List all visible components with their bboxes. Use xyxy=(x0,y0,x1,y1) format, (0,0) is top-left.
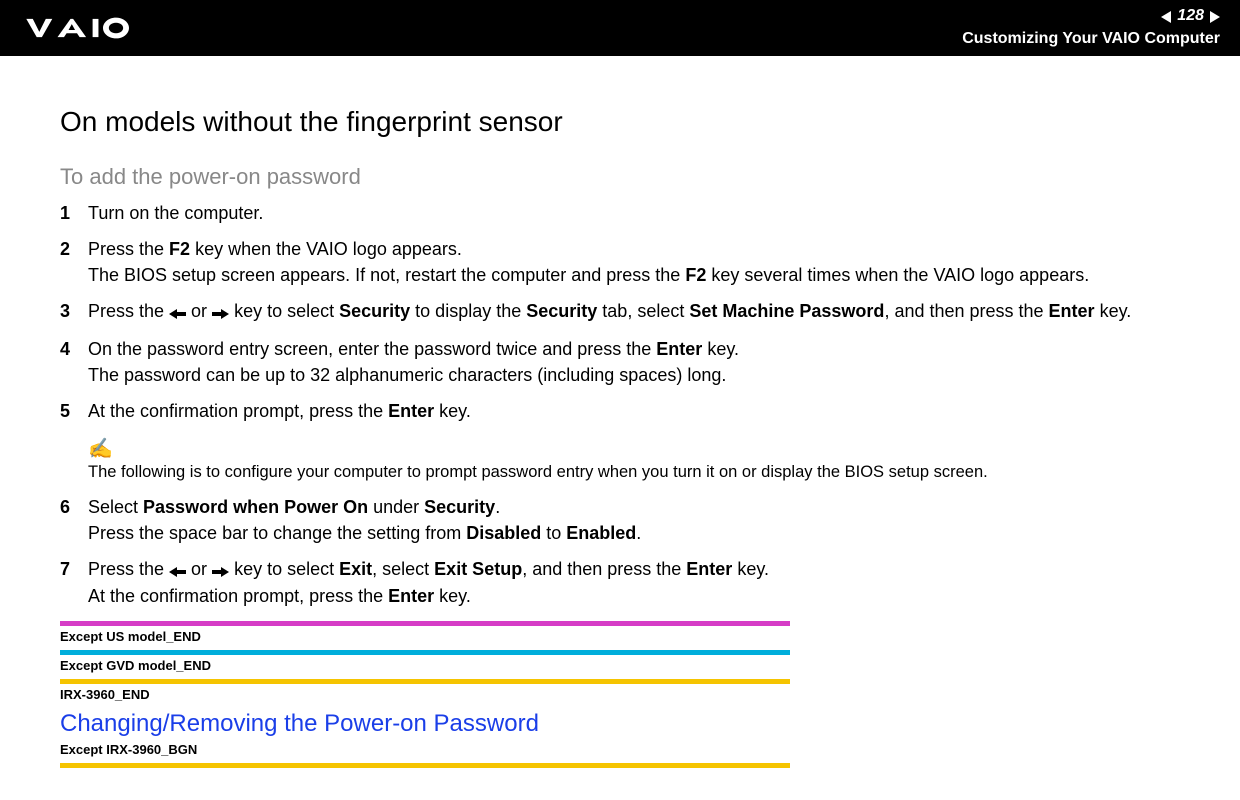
text: or xyxy=(186,301,212,321)
text: key. xyxy=(434,401,471,421)
key-enter: Enter xyxy=(388,401,434,421)
step-body: Select Password when Power On under Secu… xyxy=(88,494,1180,546)
bold: Enabled xyxy=(566,523,636,543)
text: under xyxy=(368,497,424,517)
note-icon: ✍ xyxy=(88,436,1180,461)
bold: Exit Setup xyxy=(434,559,522,579)
marker-label: Except US model_END xyxy=(60,629,790,644)
step-7: Press the or key to select Exit, select … xyxy=(60,556,1180,609)
step-5: At the confirmation prompt, press the En… xyxy=(60,398,1180,424)
text: , select xyxy=(372,559,434,579)
breadcrumb: Customizing Your VAIO Computer xyxy=(962,29,1220,50)
key-f2: F2 xyxy=(169,239,190,259)
text: . xyxy=(495,497,500,517)
step-body: Press the or key to select Exit, select … xyxy=(88,556,1180,609)
header-right: 128 Customizing Your VAIO Computer xyxy=(962,6,1220,50)
note-block: ✍ The following is to configure your com… xyxy=(88,436,1180,482)
bold: Password when Power On xyxy=(143,497,368,517)
marker-bar-magenta xyxy=(60,621,790,626)
changing-heading: Changing/Removing the Power-on Password xyxy=(60,710,790,738)
nav-next-icon[interactable] xyxy=(1210,11,1220,23)
step-body: Turn on the computer. xyxy=(88,200,1180,226)
header-bar: 128 Customizing Your VAIO Computer xyxy=(0,0,1240,56)
marker-label: Except IRX-3960_BGN xyxy=(60,742,790,757)
nav-prev-icon[interactable] xyxy=(1161,11,1171,23)
text: key. xyxy=(1095,301,1132,321)
key-enter: Enter xyxy=(388,586,434,606)
text: key. xyxy=(434,586,471,606)
key-f2: F2 xyxy=(685,265,706,285)
note-text: The following is to configure your compu… xyxy=(88,463,988,481)
content: On models without the fingerprint sensor… xyxy=(0,56,1240,768)
text: key to select xyxy=(229,559,339,579)
step-3: Press the or key to select Security to d… xyxy=(60,298,1180,325)
text: tab, select xyxy=(597,301,689,321)
bold: Security xyxy=(339,301,410,321)
text: Press the xyxy=(88,559,169,579)
step-6: Select Password when Power On under Secu… xyxy=(60,494,1180,546)
key-enter: Enter xyxy=(1049,301,1095,321)
marker-label: Except GVD model_END xyxy=(60,658,790,673)
text: to xyxy=(541,523,566,543)
text: to display the xyxy=(410,301,526,321)
bold: Set Machine Password xyxy=(689,301,884,321)
text: , and then press the xyxy=(522,559,686,579)
text: Press the xyxy=(88,301,169,321)
text: Press the xyxy=(88,239,169,259)
step-body: At the confirmation prompt, press the En… xyxy=(88,398,1180,424)
step-2: Press the F2 key when the VAIO logo appe… xyxy=(60,236,1180,288)
arrow-left-icon xyxy=(169,299,186,325)
marker-bar-cyan xyxy=(60,650,790,655)
text: key. xyxy=(732,559,769,579)
step-4: On the password entry screen, enter the … xyxy=(60,336,1180,388)
text: Select xyxy=(88,497,143,517)
text: key when the VAIO logo appears. xyxy=(190,239,462,259)
step-body: On the password entry screen, enter the … xyxy=(88,336,1180,388)
text: key several times when the VAIO logo app… xyxy=(706,265,1089,285)
steps-list: Turn on the computer. Press the F2 key w… xyxy=(60,200,1180,424)
text: or xyxy=(186,559,212,579)
markers: Except US model_END Except GVD model_END… xyxy=(60,621,790,768)
marker-bar-yellow xyxy=(60,679,790,684)
bold: Security xyxy=(424,497,495,517)
bold: Disabled xyxy=(466,523,541,543)
text: , and then press the xyxy=(884,301,1048,321)
page-number: 128 xyxy=(1177,6,1204,27)
vaio-logo xyxy=(20,15,160,41)
marker-label: IRX-3960_END xyxy=(60,687,790,702)
text: On the password entry screen, enter the … xyxy=(88,339,656,359)
text: Press the space bar to change the settin… xyxy=(88,523,466,543)
nav-arrows: 128 xyxy=(1161,6,1220,27)
text: At the confirmation prompt, press the xyxy=(88,586,388,606)
step-body: Press the F2 key when the VAIO logo appe… xyxy=(88,236,1180,288)
subheading: To add the power-on password xyxy=(60,164,1180,190)
step-1: Turn on the computer. xyxy=(60,200,1180,226)
text: . xyxy=(636,523,641,543)
text: key. xyxy=(702,339,739,359)
arrow-right-icon xyxy=(212,557,229,583)
step-body: Press the or key to select Security to d… xyxy=(88,298,1180,325)
arrow-left-icon xyxy=(169,557,186,583)
steps-list-cont: Select Password when Power On under Secu… xyxy=(60,494,1180,610)
marker-bar-yellow xyxy=(60,763,790,768)
bold: Security xyxy=(526,301,597,321)
text: The password can be up to 32 alphanumeri… xyxy=(88,365,726,385)
section-heading: On models without the fingerprint sensor xyxy=(60,106,1180,138)
bold: Exit xyxy=(339,559,372,579)
arrow-right-icon xyxy=(212,299,229,325)
key-enter: Enter xyxy=(686,559,732,579)
text: The BIOS setup screen appears. If not, r… xyxy=(88,265,685,285)
text: key to select xyxy=(229,301,339,321)
text: At the confirmation prompt, press the xyxy=(88,401,388,421)
key-enter: Enter xyxy=(656,339,702,359)
